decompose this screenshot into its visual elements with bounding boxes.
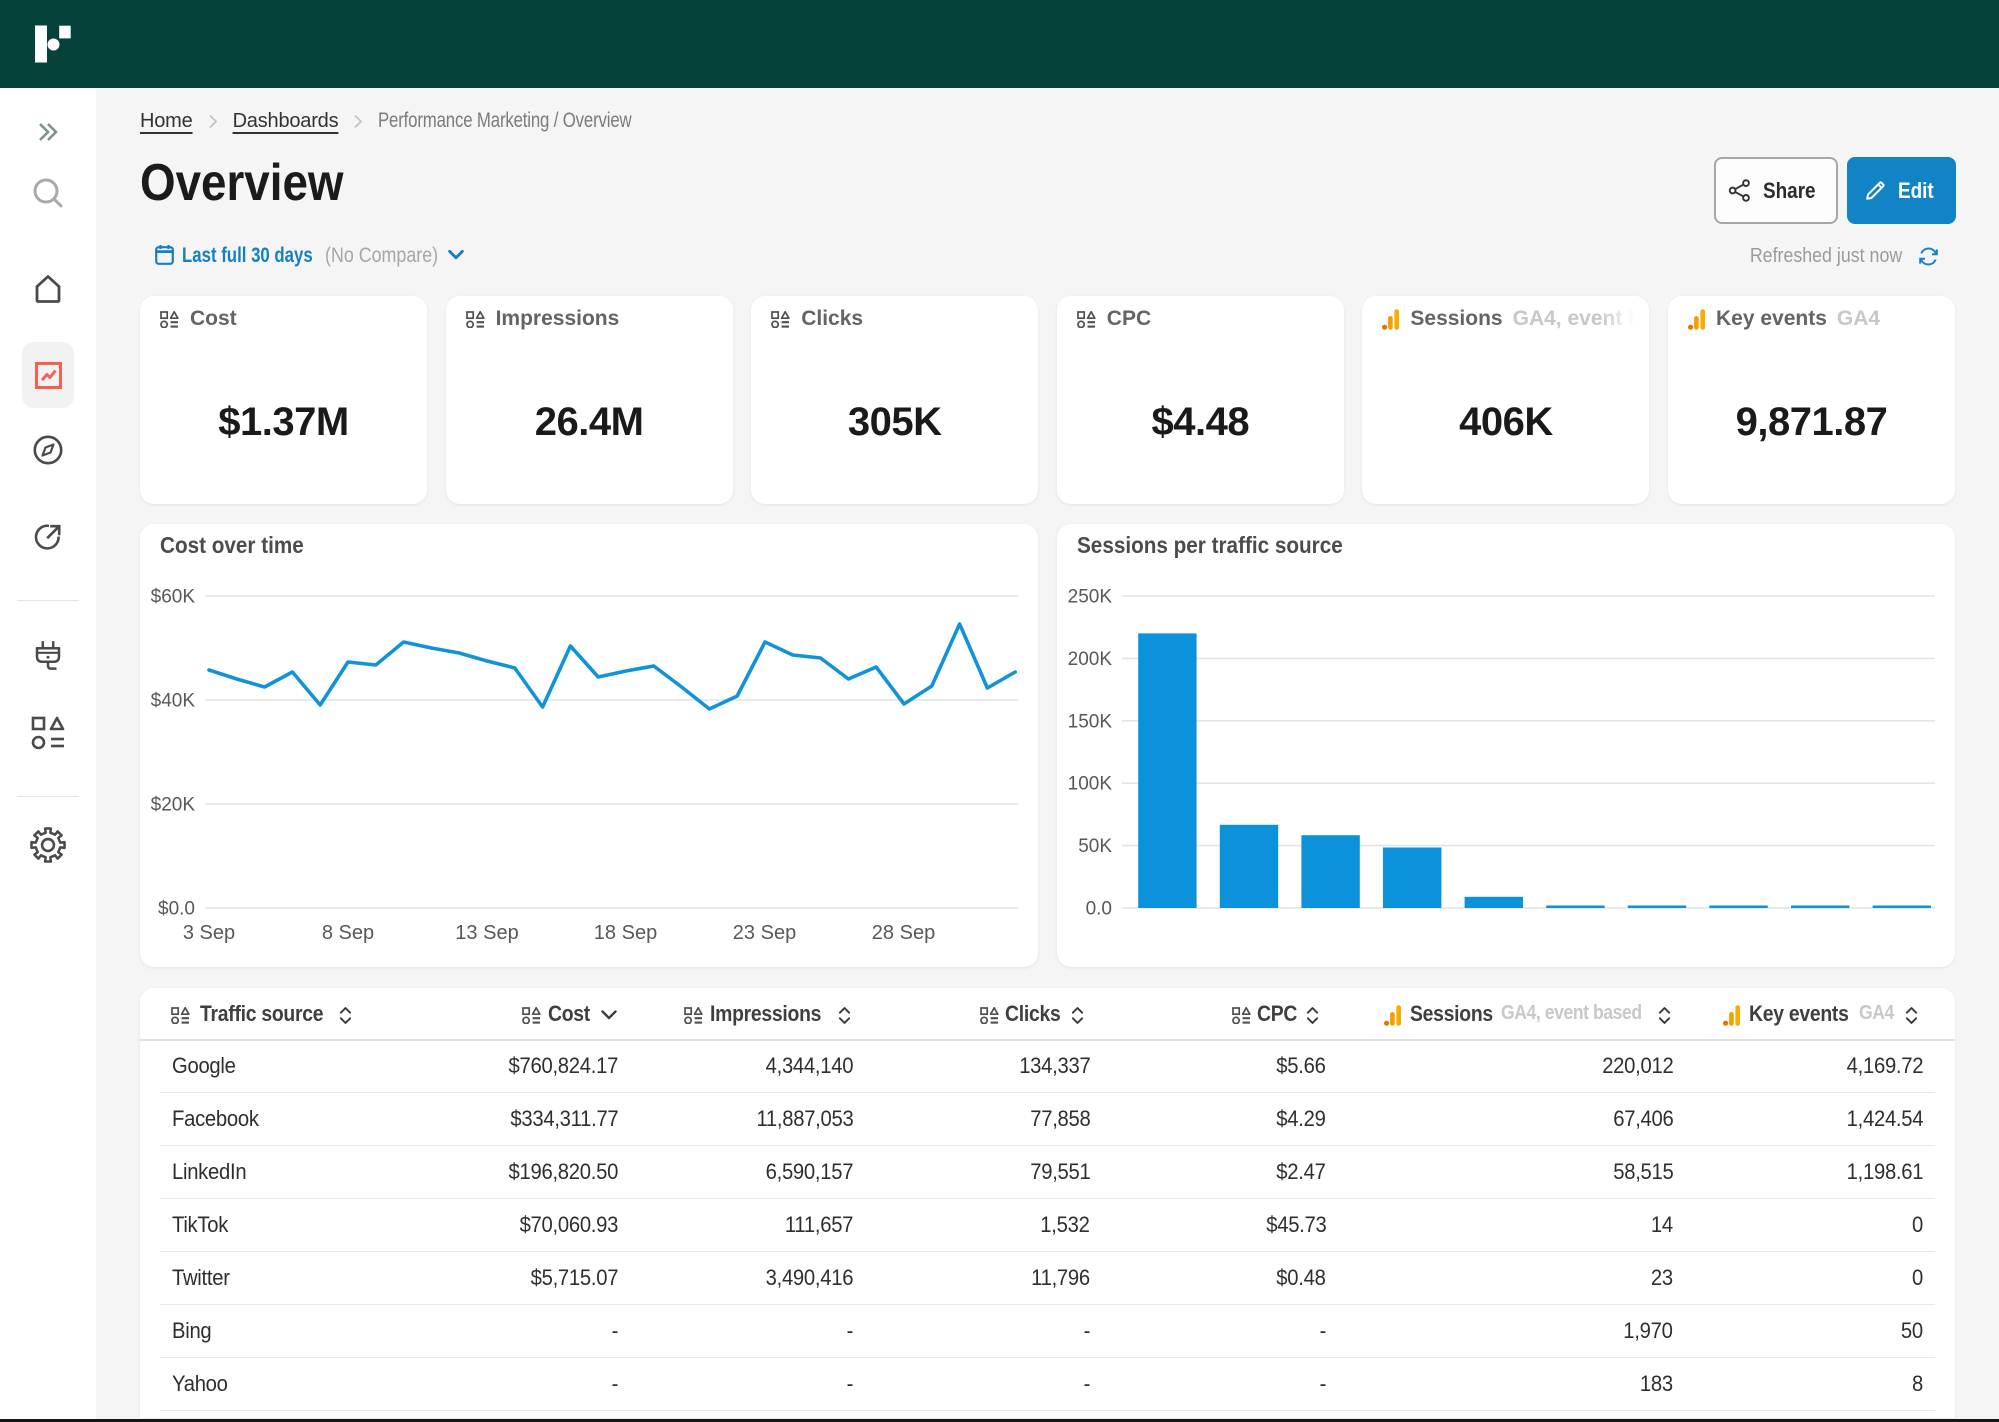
svg-text:$0.0: $0.0 [158, 899, 195, 920]
svg-text:50K: 50K [1078, 836, 1112, 857]
svg-text:250K: 250K [1068, 587, 1113, 608]
svg-text:$20K: $20K [151, 795, 196, 816]
svg-text:150K: 150K [1068, 711, 1113, 732]
svg-text:13 Sep: 13 Sep [455, 922, 518, 944]
svg-text:18 Sep: 18 Sep [594, 922, 657, 944]
svg-text:200K: 200K [1068, 649, 1113, 670]
svg-text:$40K: $40K [151, 691, 196, 712]
svg-text:0.0: 0.0 [1086, 899, 1112, 920]
svg-text:100K: 100K [1068, 774, 1113, 795]
svg-text:28 Sep: 28 Sep [872, 922, 935, 944]
svg-text:8 Sep: 8 Sep [322, 922, 374, 944]
svg-text:$60K: $60K [151, 587, 196, 608]
svg-text:23 Sep: 23 Sep [733, 922, 796, 944]
svg-text:3 Sep: 3 Sep [183, 922, 235, 944]
